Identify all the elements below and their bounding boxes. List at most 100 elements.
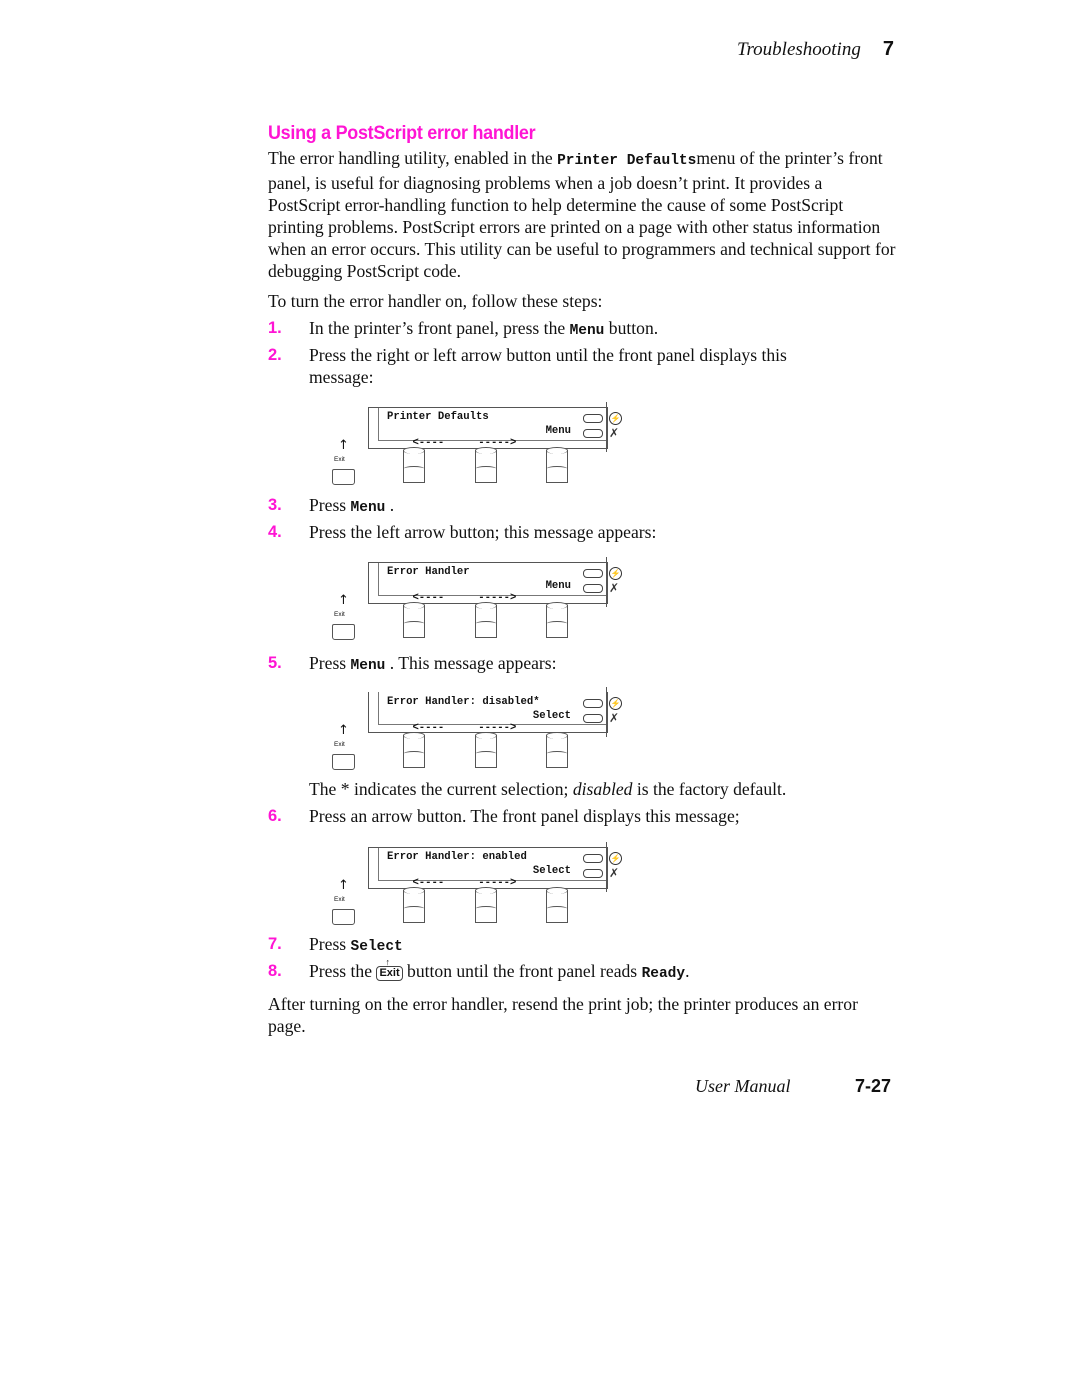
lcd-line-1: Error Handler xyxy=(387,566,470,578)
step-text: Press an arrow button. The front panel d… xyxy=(309,806,740,826)
step-8: 8. Press the ↑ Exit button until the fron… xyxy=(268,957,898,985)
cancel-icon: ✗ xyxy=(609,711,620,725)
front-panel-display: Error Handler: disabled* <---- -----> Sele… xyxy=(330,683,630,770)
menu-button[interactable] xyxy=(546,447,568,483)
step-number: 5. xyxy=(268,654,282,672)
soft-key-label: Select xyxy=(532,865,571,877)
right-arrow-button[interactable] xyxy=(475,447,497,483)
up-arrow-icon: ↑ xyxy=(338,878,349,893)
step-3: 3. Press Menu . xyxy=(268,494,898,516)
exit-button[interactable] xyxy=(332,469,355,485)
chapter-number: 7 xyxy=(882,38,894,60)
section-name: Troubleshooting xyxy=(736,39,861,60)
soft-key-label: Menu xyxy=(545,425,571,437)
left-arrow-button[interactable] xyxy=(403,447,425,483)
intro-text: The error handling utility, enabled in t… xyxy=(268,148,558,168)
menu-button[interactable] xyxy=(546,602,568,638)
selection-note: The * indicates the current selection; d… xyxy=(268,778,898,800)
key-menu: Menu xyxy=(569,323,605,339)
step-text-middle: button until the front panel reads xyxy=(402,961,642,981)
step-1: 1. In the printer’s front panel, press t… xyxy=(268,317,898,339)
step-text: Press the right or left arrow button unt… xyxy=(309,345,787,387)
note-text: The * indicates the current selection; d… xyxy=(309,778,889,800)
exit-label: Exit xyxy=(334,611,345,618)
step-text-before: In the printer’s front panel, press the xyxy=(309,318,570,338)
step-number: 2. xyxy=(268,346,282,364)
exit-button[interactable] xyxy=(332,909,355,925)
step-number: 6. xyxy=(268,807,282,825)
cancel-button[interactable] xyxy=(583,714,603,723)
key-menu: Menu xyxy=(350,658,386,674)
step-text-before: Press xyxy=(309,653,351,673)
exit-label: Exit xyxy=(334,741,345,748)
soft-key-label: Select xyxy=(532,710,571,722)
lead-paragraph: To turn the error handler on, follow the… xyxy=(268,291,603,311)
lcd-line-1: Error Handler: disabled* xyxy=(387,696,540,708)
right-arrow-button[interactable] xyxy=(475,602,497,638)
lcd-line-1: Error Handler: enabled xyxy=(387,851,527,863)
step-6: 6. Press an arrow button. The front pane… xyxy=(268,805,898,827)
online-button[interactable] xyxy=(583,854,603,863)
online-icon: ⚡ xyxy=(609,412,622,425)
online-button[interactable] xyxy=(583,699,603,708)
step-number: 3. xyxy=(268,496,282,514)
select-button[interactable] xyxy=(546,732,568,768)
online-icon: ⚡ xyxy=(609,697,622,710)
page-number: 7-27 xyxy=(855,1076,892,1096)
step-text-before: Press xyxy=(309,495,351,515)
section-title: Using a PostScript error handler xyxy=(268,122,536,144)
step-text-before: Press the xyxy=(309,961,377,981)
step-text: Press the ↑ Exit button until the front p… xyxy=(309,957,889,985)
online-icon: ⚡ xyxy=(609,852,622,865)
closing-paragraph: After turning on the error handler, rese… xyxy=(268,994,858,1036)
step-text: In the printer’s front panel, press the … xyxy=(309,317,889,342)
step-text-after: . xyxy=(685,961,690,981)
right-arrow-button[interactable] xyxy=(475,887,497,923)
online-button[interactable] xyxy=(583,414,603,423)
lcd-line-1: Printer Defaults xyxy=(387,411,489,423)
online-icon: ⚡ xyxy=(609,567,622,580)
status-ready: Ready xyxy=(641,966,686,982)
exit-button[interactable] xyxy=(332,754,355,770)
step-text-after: button. xyxy=(604,318,659,338)
left-arrow-button[interactable] xyxy=(403,602,425,638)
exit-button[interactable] xyxy=(332,624,355,640)
left-arrow-button[interactable] xyxy=(403,732,425,768)
cancel-button[interactable] xyxy=(583,869,603,878)
step-text: Press Menu . This message appears: xyxy=(309,652,889,677)
step-2: 2. Press the right or left arrow button … xyxy=(268,344,898,388)
step-text-after: . This message appears: xyxy=(385,653,557,673)
exit-label: Exit xyxy=(334,896,345,903)
up-arrow-icon: ↑ xyxy=(338,723,349,738)
step-5: 5. Press Menu . This message appears: xyxy=(268,652,898,674)
soft-key-label: Menu xyxy=(545,580,571,592)
manual-name: User Manual xyxy=(695,1076,791,1096)
right-arrow-button[interactable] xyxy=(475,732,497,768)
step-text: Press the left arrow button; this messag… xyxy=(309,522,657,542)
left-arrow-button[interactable] xyxy=(403,887,425,923)
cancel-button[interactable] xyxy=(583,429,603,438)
step-text-before: Press xyxy=(309,934,351,954)
note-text-after: is the factory default. xyxy=(632,779,787,799)
front-panel-display: Error Handler: enabled <---- -----> Select… xyxy=(330,838,630,925)
key-menu: Menu xyxy=(350,500,386,516)
note-text-before: The * indicates the current selection; xyxy=(309,779,573,799)
step-number: 7. xyxy=(268,935,282,953)
select-button[interactable] xyxy=(546,887,568,923)
step-text: Press Select xyxy=(309,933,889,958)
up-arrow-icon: ↑ xyxy=(338,438,349,453)
step-text: Press Menu . xyxy=(309,494,889,519)
up-arrow-icon: ↑ xyxy=(338,593,349,608)
step-number: 4. xyxy=(268,523,282,541)
step-number: 8. xyxy=(268,962,282,980)
online-button[interactable] xyxy=(583,569,603,578)
exit-label: Exit xyxy=(334,456,345,463)
menu-code: Printer Defaults xyxy=(557,153,697,169)
cancel-button[interactable] xyxy=(583,584,603,593)
cancel-icon: ✗ xyxy=(609,866,620,880)
cancel-icon: ✗ xyxy=(609,581,620,595)
key-select: Select xyxy=(350,939,403,955)
front-panel-display: Printer Defaults <---- -----> Menu ⚡ ✗ ↑ E… xyxy=(330,398,630,485)
intro-paragraph: The error handling utility, enabled in t… xyxy=(268,147,898,282)
cancel-icon: ✗ xyxy=(609,426,620,440)
